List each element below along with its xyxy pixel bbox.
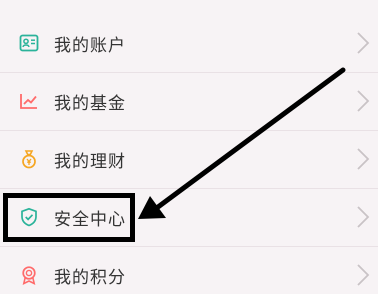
menu-item-my-points[interactable]: 我的积分 <box>0 246 378 294</box>
menu-item-label: 我的账户 <box>54 35 126 56</box>
chevron-right-icon <box>357 90 370 112</box>
menu-item-my-wealth[interactable]: 我的理财 <box>0 130 378 188</box>
menu-item-my-account[interactable]: 我的账户 <box>0 14 378 72</box>
account-card-icon <box>18 32 40 54</box>
money-bag-icon <box>18 148 40 170</box>
highlight-box <box>3 193 135 242</box>
chevron-right-icon <box>357 264 370 286</box>
award-medal-icon <box>18 264 40 286</box>
chevron-right-icon <box>357 32 370 54</box>
menu-item-label: 我的积分 <box>54 267 126 288</box>
menu-list: 我的账户 我的基金 我的理财 安全中心 我的积分 <box>0 14 378 294</box>
menu-item-label: 我的理财 <box>54 151 126 172</box>
fund-chart-icon <box>18 90 40 112</box>
screen: 我的账户 我的基金 我的理财 安全中心 我的积分 <box>0 0 378 294</box>
menu-item-my-fund[interactable]: 我的基金 <box>0 72 378 130</box>
chevron-right-icon <box>357 148 370 170</box>
menu-item-label: 我的基金 <box>54 93 126 114</box>
chevron-right-icon <box>357 206 370 228</box>
